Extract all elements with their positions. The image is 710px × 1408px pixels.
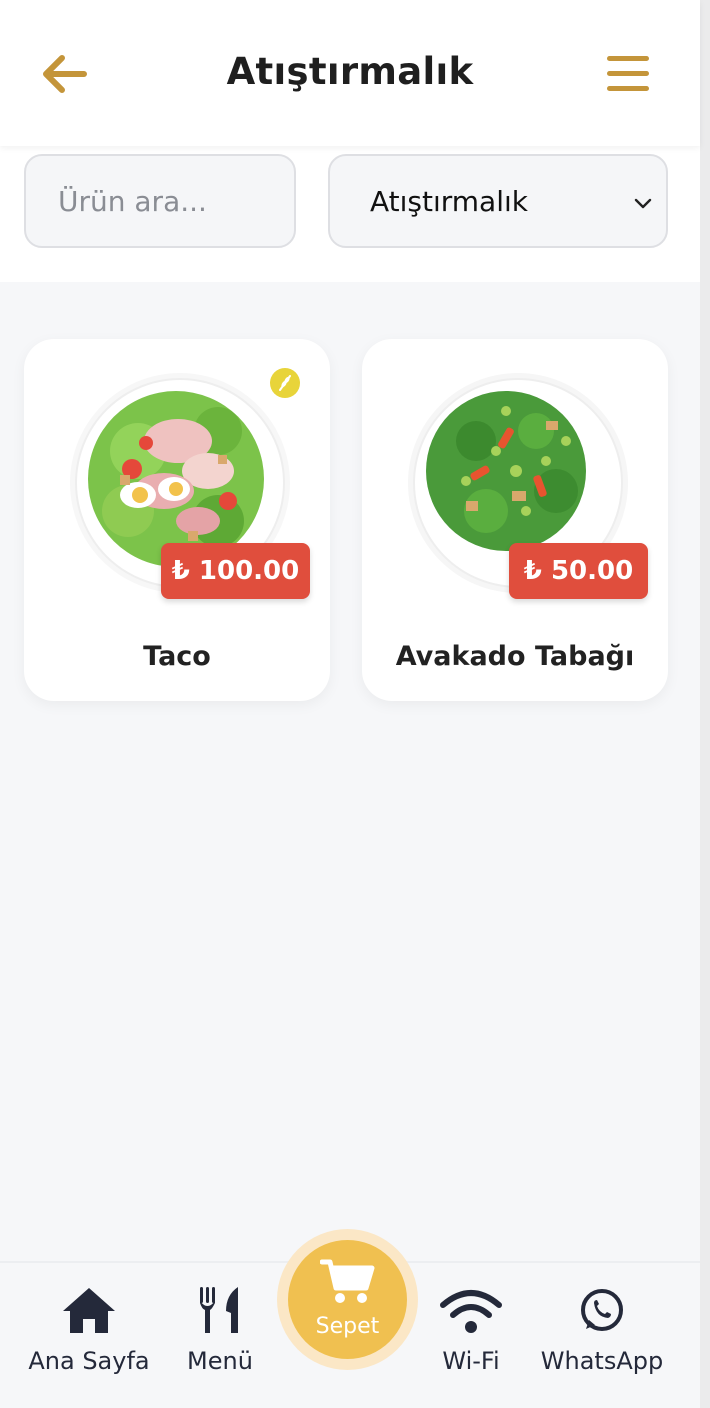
window-edge — [700, 0, 710, 1408]
price-badge: ₺ 100.00 — [161, 543, 310, 599]
category-select-value: Atıştırmalık — [370, 185, 528, 218]
cart-button[interactable]: Sepet — [277, 1229, 418, 1370]
page-title: Atıştırmalık — [226, 50, 474, 93]
whatsapp-icon — [581, 1289, 623, 1331]
nav-wifi-label: Wi-Fi — [442, 1347, 500, 1375]
product-card[interactable]: ₺ 100.00 Taco — [24, 339, 330, 701]
wheat-icon — [270, 368, 300, 398]
chevron-down-icon — [634, 198, 652, 209]
nav-wifi[interactable]: Wi-Fi — [420, 1263, 522, 1408]
search-input[interactable] — [24, 154, 296, 248]
nav-home-label: Ana Sayfa — [28, 1347, 150, 1375]
nav-menu-label: Menü — [187, 1347, 253, 1375]
menu-button[interactable] — [604, 52, 652, 96]
category-select[interactable]: Atıştırmalık — [328, 154, 668, 248]
filter-bar: Atıştırmalık — [0, 146, 700, 282]
product-name: Taco — [143, 641, 211, 672]
nav-home[interactable]: Ana Sayfa — [14, 1263, 164, 1408]
home-icon — [63, 1288, 115, 1333]
product-name: Avakado Tabağı — [395, 641, 635, 672]
cart-icon — [320, 1259, 375, 1303]
cart-label: Sepet — [315, 1314, 380, 1339]
app-header: Atıştırmalık — [0, 0, 700, 146]
price-badge: ₺ 50.00 — [509, 543, 648, 599]
fork-knife-icon — [200, 1287, 238, 1333]
product-card[interactable]: ₺ 50.00 Avakado Tabağı — [362, 339, 668, 701]
nav-whatsapp-label: WhatsApp — [540, 1347, 664, 1375]
wifi-icon — [440, 1290, 502, 1333]
hamburger-icon — [607, 56, 649, 91]
nav-whatsapp[interactable]: WhatsApp — [526, 1263, 678, 1408]
nav-menu[interactable]: Menü — [172, 1263, 268, 1408]
cart-button-inner: Sepet — [288, 1240, 407, 1359]
